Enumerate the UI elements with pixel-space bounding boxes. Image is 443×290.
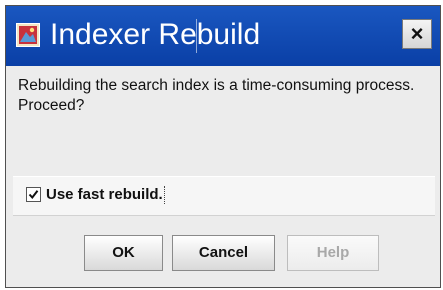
dialog-message: Rebuilding the search index is a time-co… [18,77,415,114]
fast-rebuild-option[interactable]: Use fast rebuild. [13,176,435,216]
help-button[interactable]: Help [287,235,379,271]
close-icon: × [410,21,424,46]
fast-rebuild-label[interactable]: Use fast rebuild. [46,186,165,204]
dialog-title: Indexer Rebuild [50,18,261,51]
ok-button[interactable]: OK [84,235,163,271]
indexer-rebuild-dialog: Indexer Rebuild × Rebuilding the search … [5,5,441,288]
text-cursor [196,19,197,53]
checkmark-icon [28,190,39,200]
close-button[interactable]: × [402,19,432,49]
title-bar[interactable]: Indexer Rebuild × [6,6,440,66]
fast-rebuild-checkbox[interactable] [26,187,41,202]
app-icon [16,23,40,47]
cancel-button[interactable]: Cancel [172,235,275,271]
